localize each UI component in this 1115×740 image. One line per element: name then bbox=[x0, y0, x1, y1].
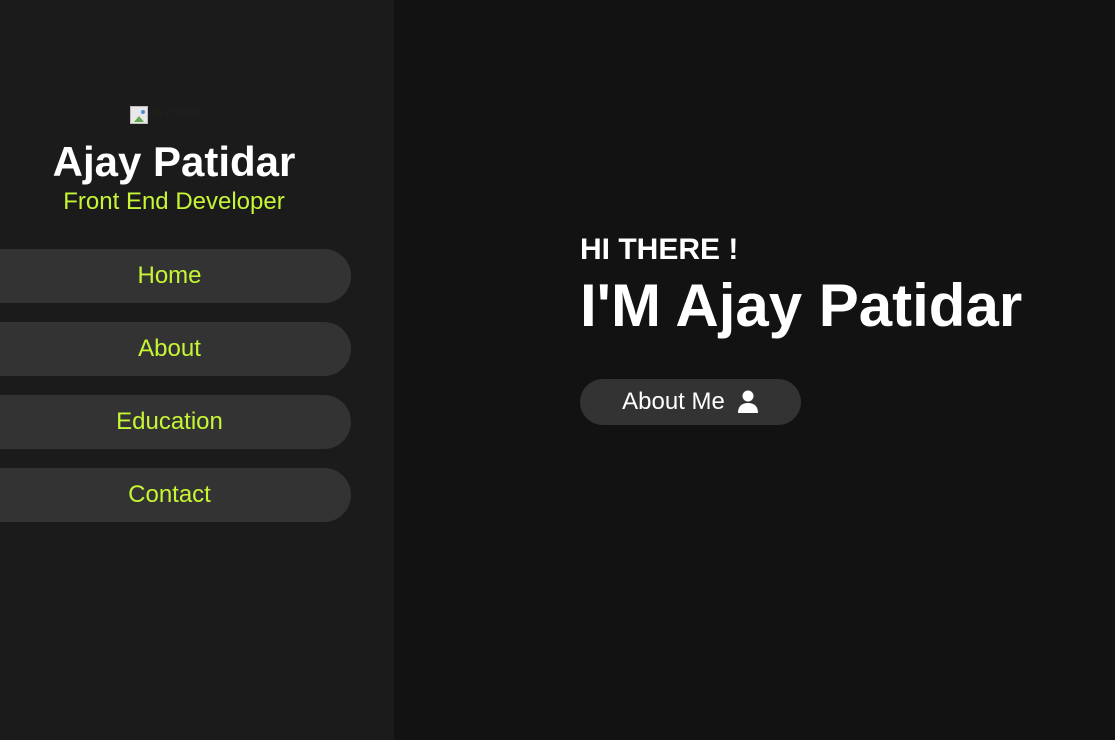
hero-section: HI THERE ! I'M Ajay Patidar About Me bbox=[394, 0, 1115, 740]
about-me-button-label: About Me bbox=[622, 388, 725, 415]
nav-item-label: Contact bbox=[128, 481, 211, 508]
page: Ajay Patidar Ajay Patidar Front End Deve… bbox=[0, 0, 1115, 740]
nav-item-about[interactable]: About bbox=[0, 322, 351, 376]
sidebar: Ajay Patidar Ajay Patidar Front End Deve… bbox=[0, 0, 394, 740]
nav-item-contact[interactable]: Contact bbox=[0, 468, 351, 522]
nav-item-label: Education bbox=[116, 408, 223, 435]
hero-greeting: HI THERE ! bbox=[580, 233, 739, 266]
about-me-button[interactable]: About Me bbox=[580, 379, 801, 425]
profile-role: Front End Developer bbox=[63, 188, 285, 215]
nav-item-label: Home bbox=[137, 262, 202, 289]
nav-item-label: About bbox=[138, 335, 201, 362]
profile-image-alt-text: Ajay Patidar bbox=[142, 106, 202, 118]
profile-name: Ajay Patidar bbox=[52, 138, 296, 185]
user-icon bbox=[737, 390, 759, 414]
nav-item-home[interactable]: Home bbox=[0, 249, 351, 303]
hero-headline: I'M Ajay Patidar bbox=[580, 272, 1023, 339]
broken-image-icon bbox=[130, 106, 148, 124]
nav-item-education[interactable]: Education bbox=[0, 395, 351, 449]
sidebar-nav: Home About Education Contact bbox=[0, 249, 355, 541]
profile-image: Ajay Patidar bbox=[130, 106, 201, 126]
